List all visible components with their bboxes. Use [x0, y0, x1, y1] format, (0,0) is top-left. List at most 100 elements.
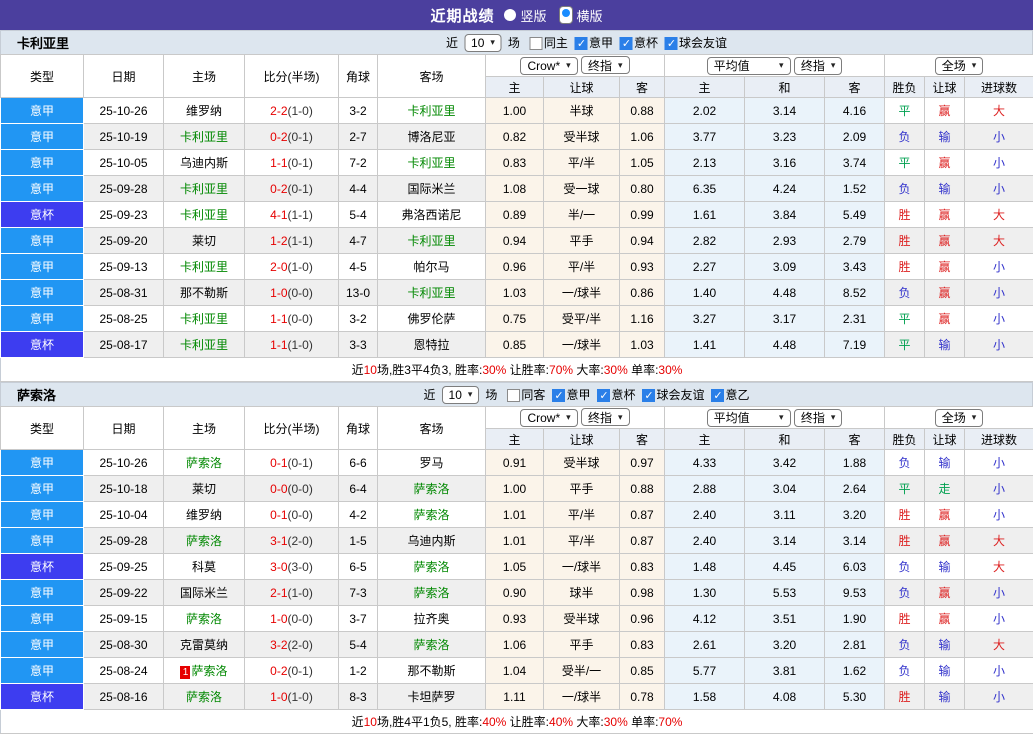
- away-team: 那不勒斯: [378, 658, 486, 684]
- corners: 5-4: [339, 632, 378, 658]
- odds-home: 1.01: [486, 502, 544, 528]
- avg-final-select[interactable]: 终指▾: [794, 409, 843, 427]
- odds-home: 0.89: [486, 202, 544, 228]
- score: 1-0(0-0): [245, 606, 339, 632]
- result-handicap: 赢: [925, 254, 965, 280]
- bookmaker-select[interactable]: Crow*▾: [520, 57, 577, 75]
- away-team: 佛罗伦萨: [378, 306, 486, 332]
- col-date: 日期: [84, 55, 164, 98]
- red-card-count: 1: [180, 666, 190, 679]
- scope-select[interactable]: 全场▾: [935, 57, 984, 75]
- filter-checkboxes: 同客✓意甲✓意杯✓球会友谊✓意乙: [500, 386, 749, 403]
- away-team: 萨索洛: [378, 476, 486, 502]
- away-team: 罗马: [378, 450, 486, 476]
- avg-home: 2.40: [665, 502, 745, 528]
- odds-away: 0.87: [620, 528, 665, 554]
- league-checkbox-意甲[interactable]: ✓: [552, 389, 565, 402]
- avg-draw: 4.48: [745, 280, 825, 306]
- result-handicap: 输: [925, 632, 965, 658]
- col-result-handicap: 让球: [925, 77, 965, 98]
- same-venue-checkbox[interactable]: [530, 37, 543, 50]
- home-team: 那不勒斯: [164, 280, 245, 306]
- final-odds-select[interactable]: 终指▾: [581, 408, 630, 426]
- match-type: 意甲: [1, 280, 84, 306]
- avg-draw: 3.04: [745, 476, 825, 502]
- average-select[interactable]: 平均值▾: [707, 409, 791, 427]
- match-row: 意甲25-09-13卡利亚里2-0(1-0)4-5帕尔马0.96平/半0.932…: [1, 254, 1033, 280]
- average-select[interactable]: 平均值▾: [707, 57, 791, 75]
- result-goals: 小: [965, 580, 1033, 606]
- corners: 3-2: [339, 306, 378, 332]
- same-venue-checkbox[interactable]: [507, 389, 520, 402]
- odds-away: 0.88: [620, 476, 665, 502]
- result-outcome: 胜: [885, 202, 925, 228]
- chevron-down-icon: ▾: [566, 412, 571, 423]
- avg-draw: 3.16: [745, 150, 825, 176]
- radio-button-icon[interactable]: [504, 9, 516, 21]
- result-handicap: 输: [925, 684, 965, 710]
- bookmaker-select[interactable]: Crow*▾: [520, 409, 577, 427]
- result-goals: 大: [965, 554, 1033, 580]
- avg-draw: 5.53: [745, 580, 825, 606]
- result-goals: 小: [965, 150, 1033, 176]
- league-checkbox-球会友谊[interactable]: ✓: [665, 37, 678, 50]
- chevron-down-icon: ▾: [468, 389, 473, 400]
- radio-button-icon[interactable]: [559, 6, 573, 24]
- home-team: 莱切: [164, 476, 245, 502]
- away-team: 恩特拉: [378, 332, 486, 358]
- match-type: 意杯: [1, 684, 84, 710]
- match-date: 25-09-23: [84, 202, 164, 228]
- col-score: 比分(半场): [245, 407, 339, 450]
- chevron-down-icon: ▾: [779, 412, 784, 423]
- league-checkbox-球会友谊[interactable]: ✓: [642, 389, 655, 402]
- col-home: 主场: [164, 407, 245, 450]
- avg-final-select[interactable]: 终指▾: [794, 57, 843, 75]
- col-avg-draw: 和: [745, 77, 825, 98]
- away-team: 拉齐奥: [378, 606, 486, 632]
- league-checkbox-意杯[interactable]: ✓: [597, 389, 610, 402]
- home-team: 国际米兰: [164, 580, 245, 606]
- avg-away: 2.64: [825, 476, 885, 502]
- avg-away: 6.03: [825, 554, 885, 580]
- odds-handicap: 平手: [544, 228, 620, 254]
- corners: 2-7: [339, 124, 378, 150]
- result-goals: 小: [965, 502, 1033, 528]
- avg-away: 3.74: [825, 150, 885, 176]
- avg-away: 1.88: [825, 450, 885, 476]
- odds-handicap: 受半球: [544, 124, 620, 150]
- avg-away: 3.20: [825, 502, 885, 528]
- scope-select[interactable]: 全场▾: [935, 409, 984, 427]
- avg-home: 1.41: [665, 332, 745, 358]
- col-home: 主场: [164, 55, 245, 98]
- match-row: 意甲25-08-30克雷莫纳3-2(2-0)5-4萨索洛1.06平手0.832.…: [1, 632, 1033, 658]
- score: 0-2(0-1): [245, 176, 339, 202]
- league-checkbox-意杯[interactable]: ✓: [620, 37, 633, 50]
- result-goals: 小: [965, 658, 1033, 684]
- col-avg-draw: 和: [745, 429, 825, 450]
- league-checkbox-意甲[interactable]: ✓: [575, 37, 588, 50]
- final-odds-select[interactable]: 终指▾: [581, 56, 630, 74]
- avg-away: 5.49: [825, 202, 885, 228]
- league-checkbox-意乙[interactable]: ✓: [711, 389, 724, 402]
- odds-away: 0.97: [620, 450, 665, 476]
- match-type: 意杯: [1, 202, 84, 228]
- match-row: 意甲25-10-26维罗纳2-2(1-0)3-2卡利亚里1.00半球0.882.…: [1, 98, 1033, 124]
- match-count-select[interactable]: 10▾: [442, 386, 480, 404]
- odds-handicap: 平/半: [544, 150, 620, 176]
- avg-selects-cell: 平均值▾ 终指▾: [665, 407, 885, 429]
- avg-home: 3.77: [665, 124, 745, 150]
- col-odds-handicap: 让球: [544, 429, 620, 450]
- radio-vertical-layout[interactable]: 竖版: [504, 6, 546, 25]
- team-name: 萨索洛: [1, 385, 56, 404]
- corners: 6-6: [339, 450, 378, 476]
- radio-horizontal-layout[interactable]: 横版: [559, 6, 603, 25]
- odds-home: 1.08: [486, 176, 544, 202]
- result-handicap: 赢: [925, 528, 965, 554]
- match-count-select[interactable]: 10▾: [464, 34, 502, 52]
- corners: 7-2: [339, 150, 378, 176]
- chevron-down-icon: ▾: [490, 37, 495, 48]
- odds-away: 0.98: [620, 580, 665, 606]
- match-row: 意甲25-10-19卡利亚里0-2(0-1)2-7博洛尼亚0.82受半球1.06…: [1, 124, 1033, 150]
- score: 1-0(0-0): [245, 280, 339, 306]
- away-team: 卡利亚里: [378, 280, 486, 306]
